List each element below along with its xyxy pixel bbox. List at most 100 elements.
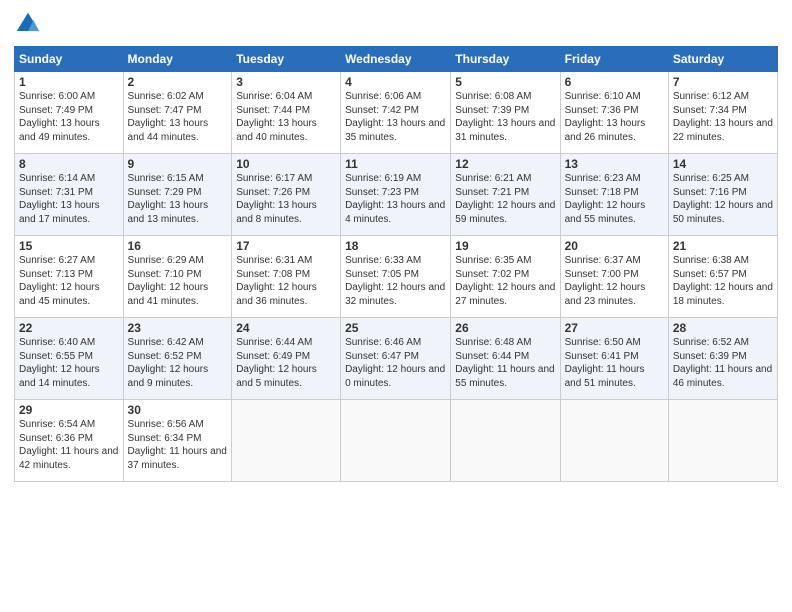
day-number: 2	[128, 75, 228, 89]
day-detail: Sunrise: 6:25 AMSunset: 7:16 PMDaylight:…	[673, 173, 773, 225]
day-detail: Sunrise: 6:33 AMSunset: 7:05 PMDaylight:…	[345, 255, 445, 307]
empty-cell	[451, 400, 560, 482]
empty-cell	[668, 400, 777, 482]
day-detail: Sunrise: 6:27 AMSunset: 7:13 PMDaylight:…	[19, 255, 100, 307]
day-number: 7	[673, 75, 773, 89]
header-friday: Friday	[560, 47, 668, 72]
day-number: 14	[673, 157, 773, 171]
table-row: 8 Sunrise: 6:14 AMSunset: 7:31 PMDayligh…	[15, 154, 778, 236]
day-cell: 22 Sunrise: 6:40 AMSunset: 6:55 PMDaylig…	[15, 318, 124, 400]
day-number: 30	[128, 403, 228, 417]
day-number: 5	[455, 75, 555, 89]
header-wednesday: Wednesday	[341, 47, 451, 72]
header	[14, 10, 778, 38]
day-detail: Sunrise: 6:17 AMSunset: 7:26 PMDaylight:…	[236, 173, 317, 225]
table-row: 29 Sunrise: 6:54 AMSunset: 6:36 PMDaylig…	[15, 400, 778, 482]
day-number: 15	[19, 239, 119, 253]
day-number: 27	[565, 321, 664, 335]
day-number: 19	[455, 239, 555, 253]
day-detail: Sunrise: 6:04 AMSunset: 7:44 PMDaylight:…	[236, 91, 317, 143]
day-detail: Sunrise: 6:50 AMSunset: 6:41 PMDaylight:…	[565, 337, 645, 389]
day-detail: Sunrise: 6:44 AMSunset: 6:49 PMDaylight:…	[236, 337, 317, 389]
day-number: 10	[236, 157, 336, 171]
day-cell: 25 Sunrise: 6:46 AMSunset: 6:47 PMDaylig…	[341, 318, 451, 400]
calendar-page: Sunday Monday Tuesday Wednesday Thursday…	[0, 0, 792, 612]
day-cell: 28 Sunrise: 6:52 AMSunset: 6:39 PMDaylig…	[668, 318, 777, 400]
empty-cell	[341, 400, 451, 482]
day-detail: Sunrise: 6:46 AMSunset: 6:47 PMDaylight:…	[345, 337, 445, 389]
day-detail: Sunrise: 6:29 AMSunset: 7:10 PMDaylight:…	[128, 255, 209, 307]
day-cell: 5 Sunrise: 6:08 AMSunset: 7:39 PMDayligh…	[451, 72, 560, 154]
empty-cell	[560, 400, 668, 482]
day-detail: Sunrise: 6:06 AMSunset: 7:42 PMDaylight:…	[345, 91, 445, 143]
day-detail: Sunrise: 6:35 AMSunset: 7:02 PMDaylight:…	[455, 255, 555, 307]
day-detail: Sunrise: 6:56 AMSunset: 6:34 PMDaylight:…	[128, 419, 227, 471]
day-number: 12	[455, 157, 555, 171]
day-detail: Sunrise: 6:08 AMSunset: 7:39 PMDaylight:…	[455, 91, 555, 143]
day-detail: Sunrise: 6:10 AMSunset: 7:36 PMDaylight:…	[565, 91, 646, 143]
day-detail: Sunrise: 6:15 AMSunset: 7:29 PMDaylight:…	[128, 173, 209, 225]
day-cell: 24 Sunrise: 6:44 AMSunset: 6:49 PMDaylig…	[232, 318, 341, 400]
day-cell: 15 Sunrise: 6:27 AMSunset: 7:13 PMDaylig…	[15, 236, 124, 318]
header-saturday: Saturday	[668, 47, 777, 72]
day-detail: Sunrise: 6:02 AMSunset: 7:47 PMDaylight:…	[128, 91, 209, 143]
day-number: 24	[236, 321, 336, 335]
header-tuesday: Tuesday	[232, 47, 341, 72]
day-number: 16	[128, 239, 228, 253]
table-row: 15 Sunrise: 6:27 AMSunset: 7:13 PMDaylig…	[15, 236, 778, 318]
day-number: 17	[236, 239, 336, 253]
header-sunday: Sunday	[15, 47, 124, 72]
day-cell: 10 Sunrise: 6:17 AMSunset: 7:26 PMDaylig…	[232, 154, 341, 236]
day-number: 8	[19, 157, 119, 171]
day-cell: 23 Sunrise: 6:42 AMSunset: 6:52 PMDaylig…	[123, 318, 232, 400]
day-detail: Sunrise: 6:38 AMSunset: 6:57 PMDaylight:…	[673, 255, 773, 307]
day-detail: Sunrise: 6:37 AMSunset: 7:00 PMDaylight:…	[565, 255, 646, 307]
day-cell: 7 Sunrise: 6:12 AMSunset: 7:34 PMDayligh…	[668, 72, 777, 154]
day-detail: Sunrise: 6:48 AMSunset: 6:44 PMDaylight:…	[455, 337, 554, 389]
day-cell: 1 Sunrise: 6:00 AMSunset: 7:49 PMDayligh…	[15, 72, 124, 154]
day-cell: 8 Sunrise: 6:14 AMSunset: 7:31 PMDayligh…	[15, 154, 124, 236]
weekday-header-row: Sunday Monday Tuesday Wednesday Thursday…	[15, 47, 778, 72]
day-detail: Sunrise: 6:14 AMSunset: 7:31 PMDaylight:…	[19, 173, 100, 225]
logo-icon	[14, 10, 42, 38]
day-detail: Sunrise: 6:54 AMSunset: 6:36 PMDaylight:…	[19, 419, 118, 471]
day-cell: 26 Sunrise: 6:48 AMSunset: 6:44 PMDaylig…	[451, 318, 560, 400]
header-monday: Monday	[123, 47, 232, 72]
day-cell: 16 Sunrise: 6:29 AMSunset: 7:10 PMDaylig…	[123, 236, 232, 318]
day-number: 4	[345, 75, 446, 89]
day-cell: 13 Sunrise: 6:23 AMSunset: 7:18 PMDaylig…	[560, 154, 668, 236]
day-cell: 30 Sunrise: 6:56 AMSunset: 6:34 PMDaylig…	[123, 400, 232, 482]
day-cell: 20 Sunrise: 6:37 AMSunset: 7:00 PMDaylig…	[560, 236, 668, 318]
day-cell: 29 Sunrise: 6:54 AMSunset: 6:36 PMDaylig…	[15, 400, 124, 482]
calendar-table: Sunday Monday Tuesday Wednesday Thursday…	[14, 46, 778, 482]
day-cell: 19 Sunrise: 6:35 AMSunset: 7:02 PMDaylig…	[451, 236, 560, 318]
day-cell: 11 Sunrise: 6:19 AMSunset: 7:23 PMDaylig…	[341, 154, 451, 236]
day-number: 13	[565, 157, 664, 171]
day-cell: 4 Sunrise: 6:06 AMSunset: 7:42 PMDayligh…	[341, 72, 451, 154]
day-number: 23	[128, 321, 228, 335]
day-number: 1	[19, 75, 119, 89]
table-row: 22 Sunrise: 6:40 AMSunset: 6:55 PMDaylig…	[15, 318, 778, 400]
day-number: 20	[565, 239, 664, 253]
day-number: 29	[19, 403, 119, 417]
day-detail: Sunrise: 6:42 AMSunset: 6:52 PMDaylight:…	[128, 337, 209, 389]
day-cell: 9 Sunrise: 6:15 AMSunset: 7:29 PMDayligh…	[123, 154, 232, 236]
day-number: 28	[673, 321, 773, 335]
header-thursday: Thursday	[451, 47, 560, 72]
day-cell: 3 Sunrise: 6:04 AMSunset: 7:44 PMDayligh…	[232, 72, 341, 154]
day-number: 6	[565, 75, 664, 89]
day-cell: 27 Sunrise: 6:50 AMSunset: 6:41 PMDaylig…	[560, 318, 668, 400]
day-number: 21	[673, 239, 773, 253]
day-cell: 6 Sunrise: 6:10 AMSunset: 7:36 PMDayligh…	[560, 72, 668, 154]
day-detail: Sunrise: 6:31 AMSunset: 7:08 PMDaylight:…	[236, 255, 317, 307]
day-cell: 17 Sunrise: 6:31 AMSunset: 7:08 PMDaylig…	[232, 236, 341, 318]
logo	[14, 10, 44, 38]
day-detail: Sunrise: 6:00 AMSunset: 7:49 PMDaylight:…	[19, 91, 100, 143]
day-cell: 21 Sunrise: 6:38 AMSunset: 6:57 PMDaylig…	[668, 236, 777, 318]
table-row: 1 Sunrise: 6:00 AMSunset: 7:49 PMDayligh…	[15, 72, 778, 154]
day-detail: Sunrise: 6:12 AMSunset: 7:34 PMDaylight:…	[673, 91, 773, 143]
day-number: 25	[345, 321, 446, 335]
day-cell: 14 Sunrise: 6:25 AMSunset: 7:16 PMDaylig…	[668, 154, 777, 236]
day-number: 22	[19, 321, 119, 335]
day-detail: Sunrise: 6:52 AMSunset: 6:39 PMDaylight:…	[673, 337, 772, 389]
